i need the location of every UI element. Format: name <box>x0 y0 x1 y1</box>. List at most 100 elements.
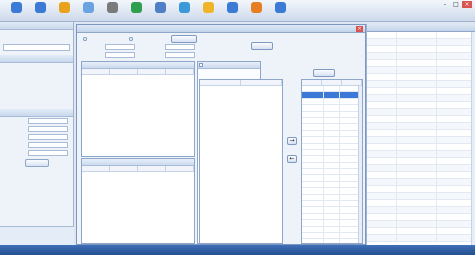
table-row[interactable] <box>367 46 475 53</box>
column-header[interactable] <box>166 69 194 74</box>
table-row[interactable] <box>367 88 475 95</box>
filter-input[interactable] <box>105 52 135 58</box>
table-cell <box>397 235 437 241</box>
tree-item[interactable] <box>0 70 73 77</box>
table-row[interactable] <box>367 39 475 46</box>
table-row[interactable] <box>367 81 475 88</box>
filter-suffix <box>197 52 209 58</box>
table-row[interactable] <box>367 123 475 130</box>
dialog-search-button[interactable] <box>171 35 197 43</box>
table-row[interactable] <box>367 228 475 235</box>
table-cell <box>397 46 437 52</box>
form-input[interactable] <box>28 134 68 140</box>
toolbar-button[interactable] <box>270 2 290 21</box>
table-cell <box>437 221 472 227</box>
table-row[interactable] <box>367 130 475 137</box>
table-row[interactable] <box>367 193 475 200</box>
filter-input[interactable] <box>165 52 195 58</box>
column-header[interactable] <box>302 80 322 85</box>
table-cell <box>340 105 360 111</box>
table-row[interactable] <box>367 95 475 102</box>
table-row[interactable] <box>367 144 475 151</box>
table-row[interactable] <box>367 32 475 39</box>
form-input[interactable] <box>28 118 68 124</box>
toolbar-button[interactable] <box>30 2 50 21</box>
dialog-close-button[interactable]: × <box>356 26 363 32</box>
close-window-button[interactable]: × <box>462 1 472 8</box>
table-row[interactable] <box>367 214 475 221</box>
left-select[interactable] <box>3 44 70 51</box>
left-row[interactable] <box>0 37 73 44</box>
table-row[interactable] <box>367 60 475 67</box>
table-row[interactable] <box>367 200 475 207</box>
maximize-button[interactable]: □ <box>451 1 461 8</box>
radio-icon[interactable] <box>129 37 133 41</box>
left-search-button[interactable] <box>24 159 49 167</box>
column-header[interactable] <box>138 69 166 74</box>
tree-item[interactable] <box>0 63 73 70</box>
table-row[interactable] <box>367 151 475 158</box>
table-row[interactable] <box>302 239 362 243</box>
table-row[interactable] <box>367 235 475 242</box>
table-row[interactable] <box>367 207 475 214</box>
toolbar-button[interactable] <box>6 2 26 21</box>
column-header[interactable] <box>82 69 110 74</box>
tree-item[interactable] <box>0 77 73 84</box>
radio-icon[interactable] <box>83 37 87 41</box>
table-row[interactable] <box>367 137 475 144</box>
form-input[interactable] <box>28 142 68 148</box>
table-row[interactable] <box>367 74 475 81</box>
radio-label[interactable] <box>89 36 125 42</box>
column-header[interactable] <box>200 80 241 85</box>
query-button[interactable] <box>251 42 273 50</box>
left-row[interactable] <box>0 30 73 37</box>
table-cell <box>340 98 360 105</box>
tree-item[interactable] <box>0 91 73 98</box>
radio-label[interactable] <box>135 36 171 42</box>
table-row[interactable] <box>367 53 475 60</box>
table-row[interactable] <box>367 102 475 109</box>
table-row[interactable] <box>367 221 475 228</box>
table-row[interactable] <box>367 186 475 193</box>
column-header[interactable] <box>138 166 166 171</box>
table-row[interactable] <box>367 165 475 172</box>
table-row[interactable] <box>367 179 475 186</box>
table-cell <box>397 39 437 45</box>
checkbox-label[interactable] <box>205 62 225 68</box>
column-header[interactable] <box>241 80 282 85</box>
background-scrollbar[interactable] <box>471 32 475 245</box>
minimize-button[interactable]: - <box>440 1 450 8</box>
column-header[interactable] <box>110 166 138 171</box>
table-cell <box>437 193 472 199</box>
column-header[interactable] <box>110 69 138 74</box>
device-group-box <box>81 61 195 157</box>
toolbar-button[interactable] <box>54 2 74 21</box>
background-table <box>366 24 475 245</box>
device-table-scrollbar[interactable] <box>358 86 362 243</box>
table-row[interactable] <box>367 116 475 123</box>
column-header[interactable] <box>166 166 194 171</box>
form-input[interactable] <box>28 126 68 132</box>
checkbox-icon[interactable] <box>199 63 203 67</box>
table-cell <box>437 207 472 213</box>
table-cell <box>340 162 360 169</box>
move-right-button[interactable]: → <box>287 137 297 145</box>
column-header[interactable] <box>322 80 342 85</box>
table-cell <box>340 117 360 124</box>
column-header[interactable] <box>342 80 362 85</box>
table-row[interactable] <box>367 158 475 165</box>
move-left-button[interactable]: ← <box>287 155 297 163</box>
tree-item[interactable] <box>0 84 73 91</box>
form-input[interactable] <box>28 150 68 156</box>
table-row[interactable] <box>367 67 475 74</box>
tree-item[interactable] <box>0 98 73 105</box>
add-button[interactable] <box>313 69 335 77</box>
toolbar-button[interactable] <box>246 2 266 21</box>
column-header[interactable] <box>82 166 110 171</box>
filter-input[interactable] <box>105 44 135 50</box>
filter-input[interactable] <box>165 44 195 50</box>
table-row[interactable] <box>367 109 475 116</box>
table-cell <box>324 149 340 156</box>
table-cell <box>367 151 397 157</box>
table-row[interactable] <box>367 172 475 179</box>
